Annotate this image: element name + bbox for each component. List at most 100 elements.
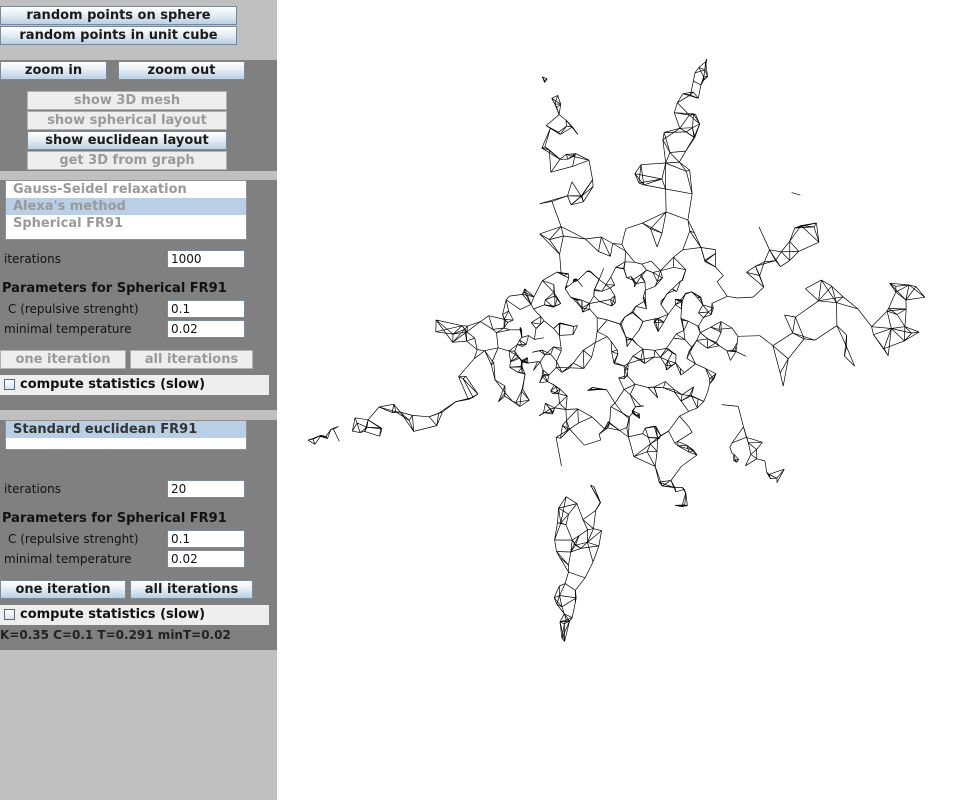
mesh-edge xyxy=(584,357,592,368)
mesh-edge xyxy=(699,305,703,313)
random-points-cube-button[interactable]: random points in unit cube xyxy=(0,26,237,45)
mesh-edge xyxy=(654,387,663,388)
mesh-edge xyxy=(597,320,607,332)
mesh-edge xyxy=(509,294,522,296)
mesh-edge xyxy=(582,300,590,303)
mesh-edge xyxy=(655,350,661,357)
mesh-edge xyxy=(620,430,629,437)
mesh-edge xyxy=(620,428,627,431)
all-iterations-button[interactable]: all iterations xyxy=(130,580,253,599)
mesh-edge xyxy=(352,431,360,432)
mesh-edge xyxy=(560,596,577,598)
spherical-method-list[interactable]: Gauss-Seidel relaxation Alexa's method S… xyxy=(5,180,247,240)
mesh-edge xyxy=(700,333,708,339)
mesh-edge xyxy=(592,417,605,429)
mesh-edge xyxy=(667,289,672,294)
mesh-edge xyxy=(737,336,738,342)
mesh-edge xyxy=(627,277,632,278)
mesh-edge xyxy=(624,390,630,395)
show-euclidean-layout-button[interactable]: show euclidean layout xyxy=(27,131,227,150)
euclidean-method-list[interactable]: Standard euclidean FR91 xyxy=(5,420,247,450)
mesh-edge xyxy=(624,268,627,277)
mesh-edge xyxy=(557,552,571,553)
mesh-edge xyxy=(560,396,568,403)
mesh-edge xyxy=(572,602,575,617)
one-iteration-button[interactable]: one iteration xyxy=(0,580,126,599)
mesh-edge xyxy=(701,248,705,262)
layout-status-text: K=0.35 C=0.1 T=0.291 minT=0.02 xyxy=(0,627,231,643)
mesh-edge xyxy=(689,427,692,432)
mesh-edge xyxy=(540,234,560,254)
compute-statistics-row[interactable]: compute statistics (slow) xyxy=(0,605,269,625)
mesh-edge xyxy=(545,293,554,300)
compute-statistics-checkbox[interactable] xyxy=(4,379,15,390)
mesh-edge xyxy=(531,304,533,309)
mesh-edge xyxy=(589,302,599,304)
mesh-edge xyxy=(520,338,522,341)
mesh-edge xyxy=(681,401,689,411)
compute-statistics-checkbox[interactable] xyxy=(4,609,15,620)
mesh-edge xyxy=(596,503,601,511)
compute-statistics-row[interactable]: compute statistics (slow) xyxy=(0,375,269,395)
show-3d-mesh-button[interactable]: show 3D mesh xyxy=(27,91,227,110)
zoom-in-button[interactable]: zoom in xyxy=(0,61,107,80)
mesh-edge xyxy=(583,350,584,368)
all-iterations-button[interactable]: all iterations xyxy=(130,350,253,369)
mesh-edge xyxy=(555,540,557,552)
mesh-edge xyxy=(655,348,667,350)
mesh-edge xyxy=(495,380,505,393)
mesh-edge xyxy=(497,333,499,348)
mesh-edge xyxy=(355,418,368,420)
one-iteration-button[interactable]: one iteration xyxy=(0,350,126,369)
mesh-edge xyxy=(429,417,437,426)
mesh-edge xyxy=(887,311,891,328)
mesh-edge xyxy=(595,337,607,343)
mesh-edge xyxy=(594,510,596,528)
mesh-edge xyxy=(722,405,738,407)
mesh-edge xyxy=(632,312,643,321)
mesh-edge xyxy=(699,62,706,68)
method-standard-euclidean-fr91[interactable]: Standard euclidean FR91 xyxy=(6,421,246,438)
min-temperature-input[interactable]: 0.02 xyxy=(167,550,245,568)
repulsive-c-input[interactable]: 0.1 xyxy=(167,530,245,548)
mesh-edge xyxy=(699,312,709,313)
method-alexa[interactable]: Alexa's method xyxy=(6,198,246,215)
mesh-edge xyxy=(522,360,523,367)
mesh-edge xyxy=(589,304,590,310)
repulsive-c-input[interactable]: 0.1 xyxy=(167,300,245,318)
mesh-edge xyxy=(573,350,583,363)
method-gauss-seidel[interactable]: Gauss-Seidel relaxation xyxy=(6,181,246,198)
mesh-edge xyxy=(654,350,655,357)
mesh-edge xyxy=(708,312,711,315)
random-points-sphere-button[interactable]: random points on sphere xyxy=(0,6,237,25)
iterations-input[interactable]: 1000 xyxy=(167,250,245,268)
iterations-input[interactable]: 20 xyxy=(167,480,245,498)
mesh-edge xyxy=(738,336,760,337)
mesh-edge xyxy=(466,376,478,394)
method-spherical-fr91[interactable]: Spherical FR91 xyxy=(6,215,246,232)
mesh-edge xyxy=(583,520,588,530)
mesh-edge xyxy=(790,241,799,251)
mesh-edge xyxy=(785,315,796,317)
mesh-edge xyxy=(578,271,587,280)
mesh-edge xyxy=(668,353,672,361)
min-temperature-input[interactable]: 0.02 xyxy=(167,320,245,338)
mesh-edge xyxy=(819,301,837,303)
mesh-edge xyxy=(559,394,560,404)
mesh-edge xyxy=(670,153,679,163)
zoom-out-button[interactable]: zoom out xyxy=(118,61,245,80)
mesh-edge xyxy=(459,377,469,400)
mesh-edge xyxy=(697,339,708,341)
mesh-edge xyxy=(666,212,688,220)
mesh-edge xyxy=(680,411,689,416)
mesh-edge xyxy=(477,350,485,351)
mesh-view-canvas[interactable] xyxy=(277,0,956,800)
mesh-edge xyxy=(887,311,897,314)
mesh-edge xyxy=(644,185,666,189)
mesh-edge xyxy=(676,330,684,334)
get-3d-from-graph-button[interactable]: get 3D from graph xyxy=(27,151,227,170)
show-spherical-layout-button[interactable]: show spherical layout xyxy=(27,111,227,130)
mesh-edge xyxy=(634,452,647,457)
control-sidebar: random points on sphere random points in… xyxy=(0,0,277,800)
mesh-edge xyxy=(884,341,904,349)
